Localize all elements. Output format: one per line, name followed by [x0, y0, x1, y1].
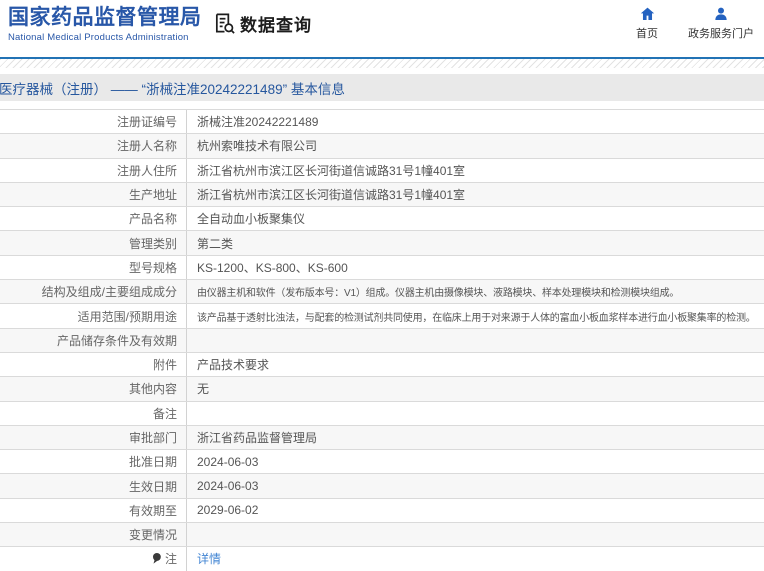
row-label-text: 附件 — [152, 358, 177, 373]
header-nav: 首页 政务服务门户 — [636, 6, 754, 41]
logo-title: 国家药品监督管理局 — [8, 6, 202, 29]
row-value — [187, 329, 764, 352]
row-value: 全自动血小板聚集仪 — [197, 212, 306, 227]
row-value: 无 — [197, 382, 210, 397]
table-row: 管理类别 第二类 — [0, 231, 764, 256]
table-row: 注册人名称 杭州索唯技术有限公司 — [0, 134, 764, 159]
row-label-text: 产品名称 — [128, 212, 177, 227]
row-value — [187, 402, 764, 425]
row-label-text: 管理类别 — [128, 236, 177, 251]
table-row: 有效期至 2029-06-02 — [0, 498, 764, 524]
row-label: 有效期至 — [0, 498, 187, 523]
table-row: 产品储存条件及有效期 — [0, 328, 764, 353]
row-value: 第二类 — [197, 236, 234, 251]
row-label-text: 注册证编号 — [116, 115, 177, 130]
table-row: 生产地址 浙江省杭州市滨江区长河街道信诚路31号1幢401室 — [0, 182, 764, 208]
row-value: 2024-06-03 — [197, 454, 259, 469]
table-row: 变更情况 — [0, 523, 764, 548]
table-row: 注册人住所 浙江省杭州市滨江区长河街道信诚路31号1幢401室 — [0, 158, 764, 183]
row-value — [187, 523, 764, 546]
row-label: 注 — [0, 547, 187, 571]
row-value: 杭州索唯技术有限公司 — [197, 139, 318, 154]
row-label: 注册证编号 — [0, 110, 187, 134]
row-value: 浙江省杭州市滨江区长河街道信诚路31号1幢401室 — [197, 188, 466, 203]
breadcrumb: 医疗器械（注册） —— “浙械注准20242221489” 基本信息 — [0, 81, 345, 97]
nav-home[interactable]: 首页 — [636, 6, 658, 41]
row-value: 详情 — [187, 547, 764, 570]
row-label: 生产地址 — [0, 182, 187, 207]
nmpa-logo[interactable]: 国家药品监督管理局 National Medical Products Admi… — [8, 5, 202, 43]
row-value: 浙械注准20242221489 — [197, 115, 319, 130]
row-value: 由仪器主机和软件（发布版本号：V1）组成。仪器主机由摄像模块、液路模块、样本处理… — [197, 288, 680, 300]
row-value: 2024-06-03 — [197, 479, 259, 494]
row-value: 该产品基于透射比浊法，与配套的检测试剂共同使用，在临床上用于对来源于人体的富血小… — [197, 312, 756, 324]
data-query-title: 数据查询 — [240, 16, 312, 35]
row-label: 注册人住所 — [0, 158, 187, 182]
row-label: 其他内容 — [0, 377, 187, 401]
row-label: 审批部门 — [0, 425, 187, 450]
row-label: 注册人名称 — [0, 134, 187, 158]
row-label-text: 备注 — [152, 406, 177, 421]
row-label-text: 变更情况 — [128, 528, 177, 543]
table-row: 适用范围/预期用途 该产品基于透射比浊法，与配套的检测试剂共同使用，在临床上用于… — [0, 304, 764, 329]
detail-link[interactable]: 详情 — [197, 550, 221, 567]
row-label: 适用范围/预期用途 — [0, 304, 187, 328]
row-label-text: 审批部门 — [128, 431, 177, 445]
row-label: 型号规格 — [0, 255, 187, 280]
row-label-text: 产品储存条件及有效期 — [56, 333, 177, 348]
row-label: 生效日期 — [0, 474, 187, 498]
info-table: 注册证编号 浙械注准20242221489 注册人名称 杭州索唯技术有限公司 注… — [0, 109, 764, 571]
table-row: 审批部门 浙江省药品监督管理局 — [0, 425, 764, 451]
row-label-text: 注册人名称 — [116, 139, 177, 154]
row-label-text: 批准日期 — [128, 455, 177, 470]
nav-portal-label: 政务服务门户 — [688, 28, 754, 40]
row-value: 浙江省药品监督管理局 — [197, 431, 318, 445]
table-row: 备注 — [0, 401, 764, 426]
table-row: 附件 产品技术要求 — [0, 352, 764, 378]
home-icon — [639, 6, 656, 22]
table-row: 生效日期 2024-06-03 — [0, 474, 764, 499]
row-label-text: 注册人住所 — [116, 163, 177, 178]
row-label-text: 注 — [164, 552, 177, 567]
table-row: 其他内容 无 — [0, 377, 764, 402]
table-row: 型号规格 KS-1200、KS-800、KS-600 — [0, 255, 764, 281]
table-row: 产品名称 全自动血小板聚集仪 — [0, 207, 764, 232]
row-label-text: 生效日期 — [128, 479, 177, 494]
row-label-text: 有效期至 — [128, 503, 177, 518]
row-label: 备注 — [0, 401, 187, 425]
row-value: 2029-06-02 — [197, 503, 259, 518]
row-label-text: 其他内容 — [128, 382, 177, 397]
row-label-text: 生产地址 — [128, 188, 177, 203]
row-value: 产品技术要求 — [197, 358, 270, 373]
row-label-text: 适用范围/预期用途 — [77, 309, 177, 324]
table-row: 批准日期 2024-06-03 — [0, 450, 764, 475]
data-query-section: 数据查询 — [213, 11, 312, 36]
user-icon — [713, 6, 729, 22]
row-label: 管理类别 — [0, 231, 187, 255]
breadcrumb-bar: 医疗器械（注册） —— “浙械注准20242221489” 基本信息 — [0, 74, 764, 101]
note-icon — [151, 552, 162, 565]
row-value: 浙江省杭州市滨江区长河街道信诚路31号1幢401室 — [197, 163, 466, 178]
row-label-text: 结构及组成/主要组成成分 — [41, 285, 177, 300]
row-label: 结构及组成/主要组成成分 — [0, 280, 187, 304]
table-row: 注 详情 — [0, 547, 764, 571]
row-label: 产品名称 — [0, 207, 187, 231]
hatch-pattern-strip — [0, 59, 764, 68]
document-search-icon — [213, 12, 236, 35]
table-row: 注册证编号 浙械注准20242221489 — [0, 110, 764, 135]
row-label: 附件 — [0, 352, 187, 377]
row-value: KS-1200、KS-800、KS-600 — [197, 260, 348, 275]
row-label-text: 型号规格 — [128, 260, 177, 275]
nav-portal[interactable]: 政务服务门户 — [688, 6, 754, 41]
table-row: 结构及组成/主要组成成分 由仪器主机和软件（发布版本号：V1）组成。仪器主机由摄… — [0, 280, 764, 305]
row-label: 变更情况 — [0, 523, 187, 547]
row-label: 产品储存条件及有效期 — [0, 328, 187, 352]
header: 国家药品监督管理局 National Medical Products Admi… — [0, 0, 764, 57]
logo-subtitle: National Medical Products Administration — [8, 32, 189, 43]
row-label: 批准日期 — [0, 450, 187, 474]
nav-home-label: 首页 — [636, 28, 658, 40]
